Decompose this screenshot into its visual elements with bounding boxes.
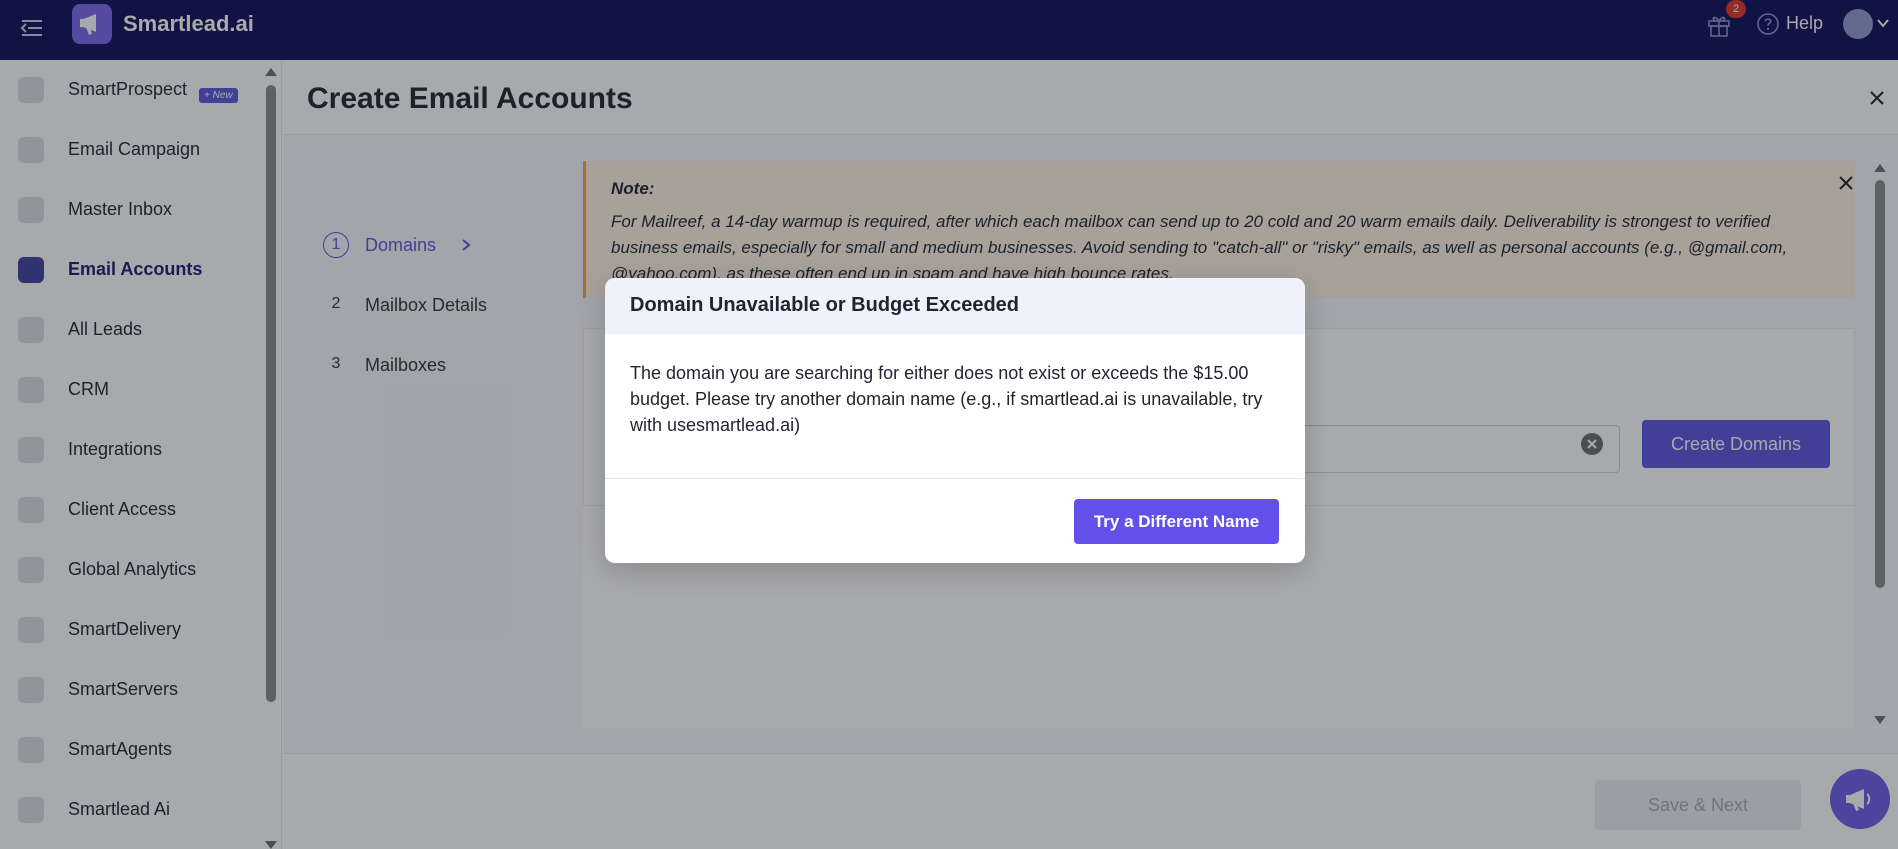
try-different-name-button[interactable]: Try a Different Name [1074, 499, 1279, 544]
divider [605, 478, 1305, 479]
dialog-header: Domain Unavailable or Budget Exceeded [605, 278, 1305, 334]
dialog-message: The domain you are searching for either … [630, 363, 1263, 435]
dialog-title: Domain Unavailable or Budget Exceeded [630, 294, 1019, 316]
error-dialog: Domain Unavailable or Budget Exceeded Th… [605, 278, 1305, 563]
